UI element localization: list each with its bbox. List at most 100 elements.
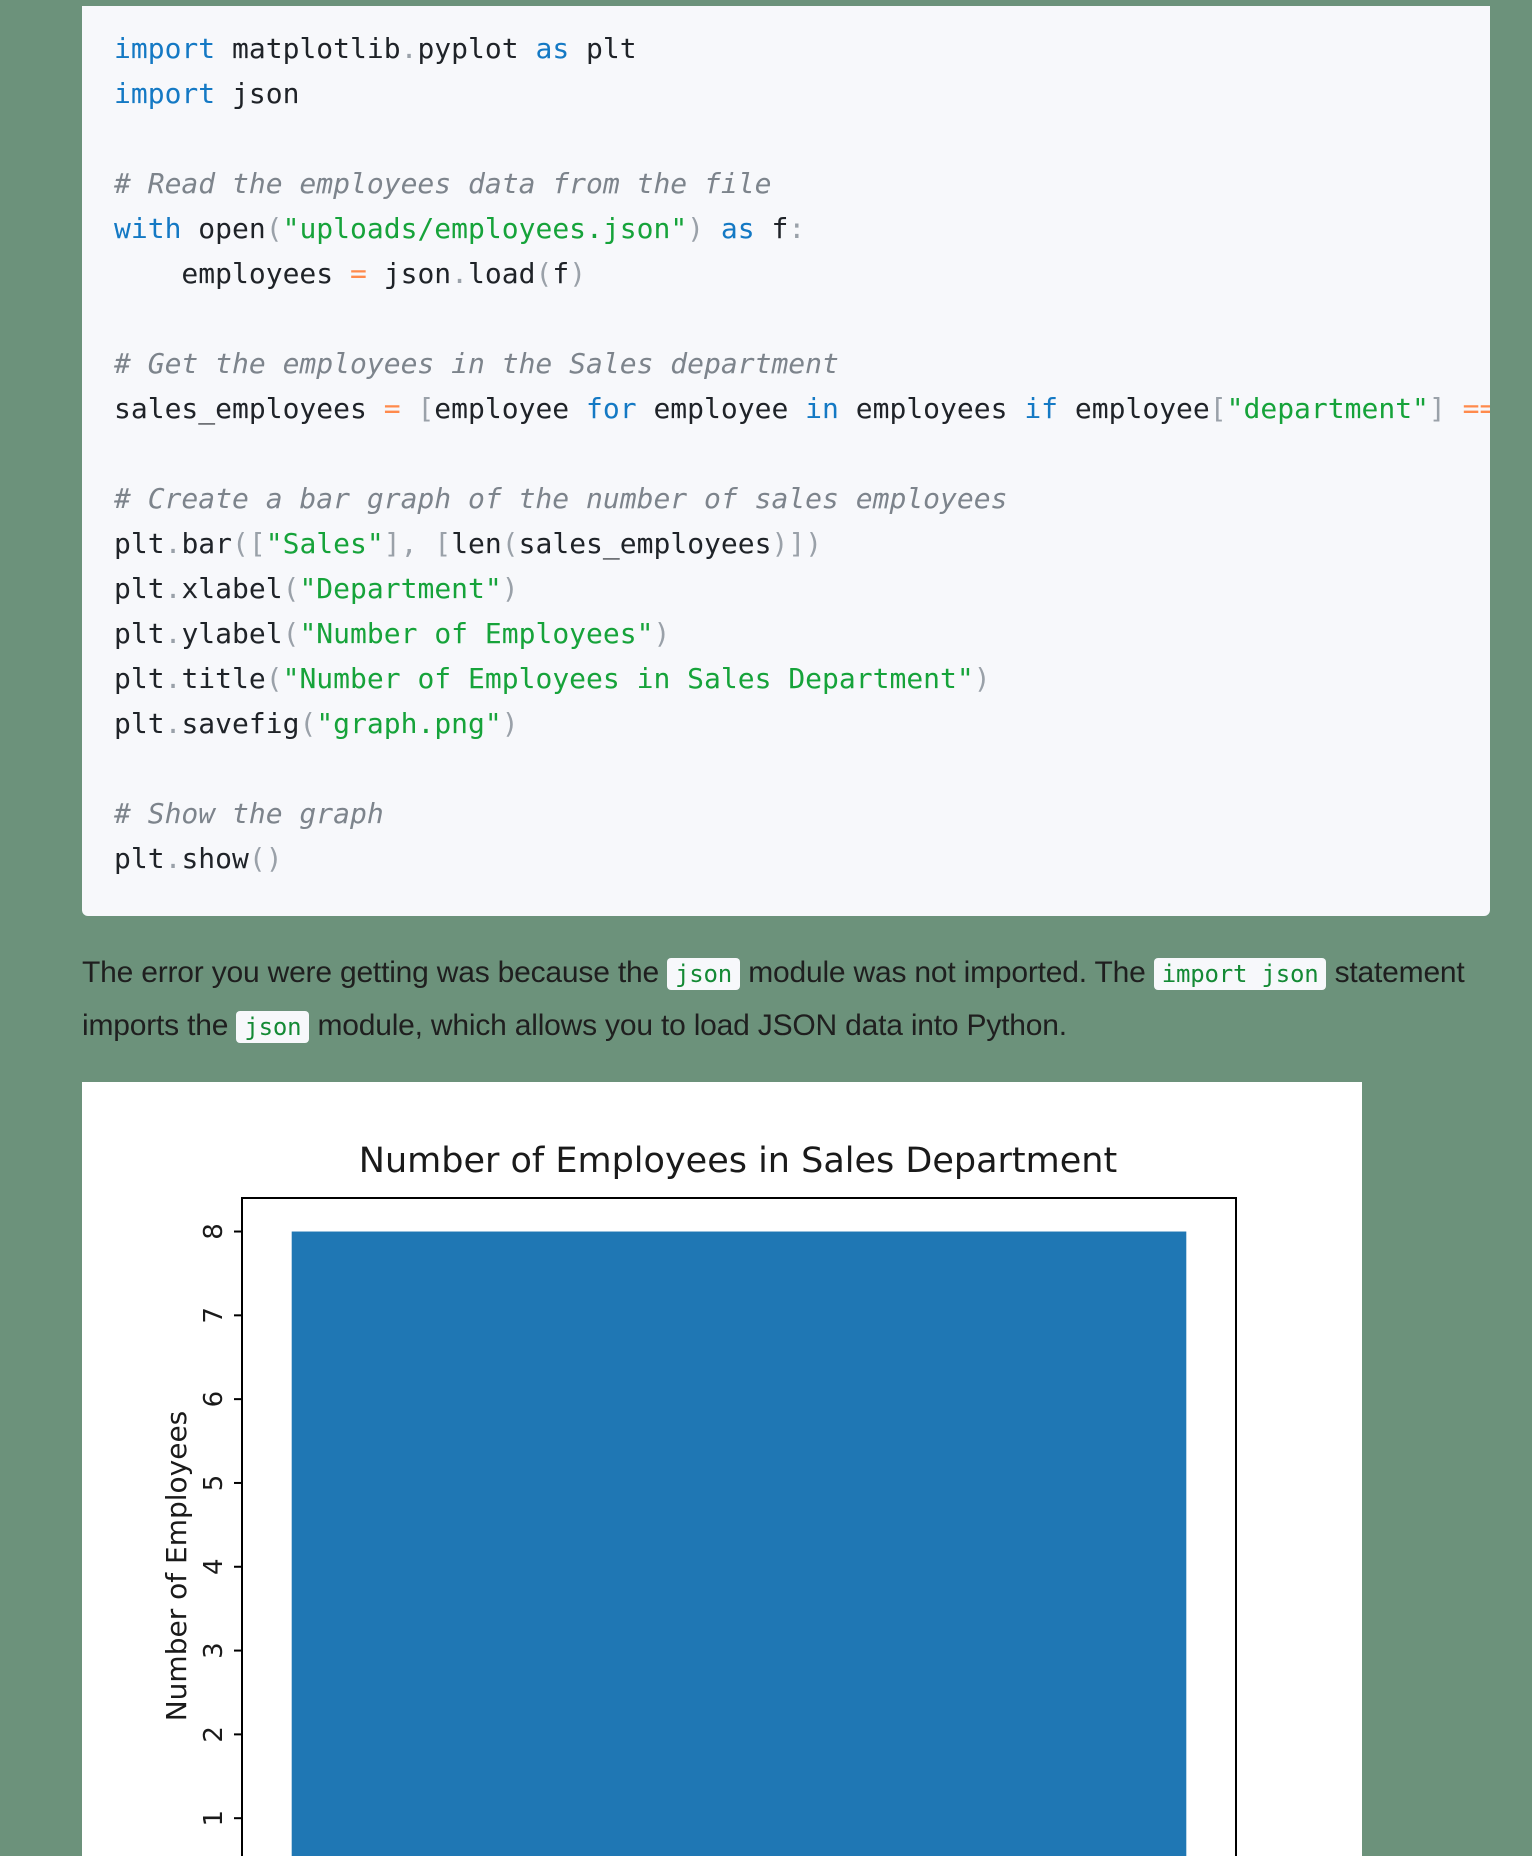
code-token: employee: [434, 392, 587, 425]
code-token: for: [586, 392, 637, 425]
code-token: "uploads/employees.json": [282, 212, 688, 245]
code-token: (: [282, 572, 300, 605]
code-token: ==: [1462, 392, 1490, 425]
code-token: [: [1209, 392, 1227, 425]
code-token: .: [400, 32, 418, 65]
code-token: =: [383, 392, 401, 425]
code-token: as: [720, 212, 755, 245]
code-token: pyplot: [417, 32, 536, 65]
code-token: sales_employees: [518, 527, 772, 560]
code-token: "department": [1226, 392, 1429, 425]
code-line: import json: [114, 71, 1490, 116]
inline-code: json: [667, 958, 741, 990]
code-token: .: [164, 662, 182, 695]
code-token: ): [653, 617, 671, 650]
inline-code: import json: [1153, 958, 1327, 990]
code-line: # Create a bar graph of the number of sa…: [114, 476, 1490, 521]
code-token: show: [181, 842, 249, 875]
code-token: (: [299, 707, 317, 740]
code-token: json: [366, 257, 452, 290]
code-token: (: [282, 617, 300, 650]
y-tick-label: 7: [199, 1307, 229, 1324]
code-token: len: [451, 527, 502, 560]
code-token: (: [265, 212, 283, 245]
code-token: plt: [114, 572, 165, 605]
code-token: ]: [1428, 392, 1446, 425]
code-line: employees = json.load(f): [114, 251, 1490, 296]
code-token: plt: [114, 617, 165, 650]
code-token: "graph.png": [316, 707, 502, 740]
code-token: matplotlib: [215, 32, 401, 65]
y-tick-label: 8: [199, 1223, 229, 1240]
explanation-paragraph: The error you were getting was because t…: [82, 956, 1465, 1043]
code-token: ): [501, 707, 519, 740]
code-token: plt: [114, 662, 165, 695]
code-content: import matplotlib.pyplot as plt import js…: [114, 26, 1490, 881]
code-token: employees: [838, 392, 1025, 425]
code-token: load: [468, 257, 536, 290]
y-tick-label: 5: [199, 1475, 229, 1492]
code-token: (: [265, 662, 283, 695]
code-line: # Read the employees data from the file: [114, 161, 1490, 206]
code-token: ylabel: [181, 617, 283, 650]
code-token: plt: [114, 842, 165, 875]
code-token: # Show the graph: [114, 797, 384, 830]
code-line: plt.bar(["Sales"], [len(sales_employees)…: [114, 521, 1490, 566]
code-token: # Get the employees in the Sales departm…: [114, 347, 839, 380]
code-line: import matplotlib.pyplot as plt: [114, 26, 1490, 71]
code-token: employee: [1058, 392, 1210, 425]
code-token: # Read the employees data from the file: [114, 167, 772, 200]
code-token: .: [164, 707, 182, 740]
code-token: sales_employees: [114, 392, 384, 425]
code-token: plt: [569, 32, 637, 65]
code-token: with: [114, 212, 182, 245]
code-token: ([: [232, 527, 266, 560]
code-token: plt: [114, 527, 165, 560]
code-token: =: [350, 257, 367, 290]
chat-response-page: import matplotlib.pyplot as plt import js…: [0, 0, 1532, 1856]
code-token: bar: [181, 527, 233, 560]
y-tick-label: 6: [199, 1391, 229, 1408]
code-line: plt.savefig("graph.png"): [114, 701, 1490, 746]
code-token: :: [788, 212, 806, 245]
code-token: )]): [771, 527, 823, 560]
inline-code: json: [236, 1011, 310, 1043]
code-token: "Department": [299, 572, 502, 605]
chart-title: Number of Employees in Sales Department: [359, 1141, 1117, 1181]
y-tick-label: 4: [199, 1558, 229, 1575]
code-token: "Number of Employees": [299, 617, 654, 650]
code-token: in: [805, 392, 839, 425]
code-block: import matplotlib.pyplot as plt import js…: [82, 6, 1490, 916]
code-token: title: [181, 662, 266, 695]
y-tick-label: 3: [199, 1642, 229, 1659]
code-token: plt: [114, 707, 165, 740]
code-line: plt.ylabel("Number of Employees"): [114, 611, 1490, 656]
code-token: .: [164, 617, 182, 650]
code-token: .: [164, 842, 182, 875]
code-token: (: [535, 257, 553, 290]
code-token: (: [501, 527, 519, 560]
code-token: as: [535, 32, 570, 65]
code-line: plt.title("Number of Employees in Sales …: [114, 656, 1490, 701]
code-token: # Create a bar graph of the number of sa…: [114, 482, 1008, 515]
y-axis-label: Number of Employees: [160, 1411, 193, 1722]
code-token: open: [181, 212, 266, 245]
code-token: if: [1024, 392, 1059, 425]
code-token: import: [114, 32, 216, 65]
code-line: plt.show(): [114, 836, 1490, 881]
code-line: # Show the graph: [114, 791, 1490, 836]
code-line: plt.xlabel("Department"): [114, 566, 1490, 611]
code-token: (): [248, 842, 283, 875]
code-token: f: [552, 257, 570, 290]
code-token: employees: [114, 257, 351, 290]
code-line: with open("uploads/employees.json") as f…: [114, 206, 1490, 251]
code-token: ): [687, 212, 705, 245]
code-token: ): [501, 572, 519, 605]
code-token: [: [417, 392, 435, 425]
